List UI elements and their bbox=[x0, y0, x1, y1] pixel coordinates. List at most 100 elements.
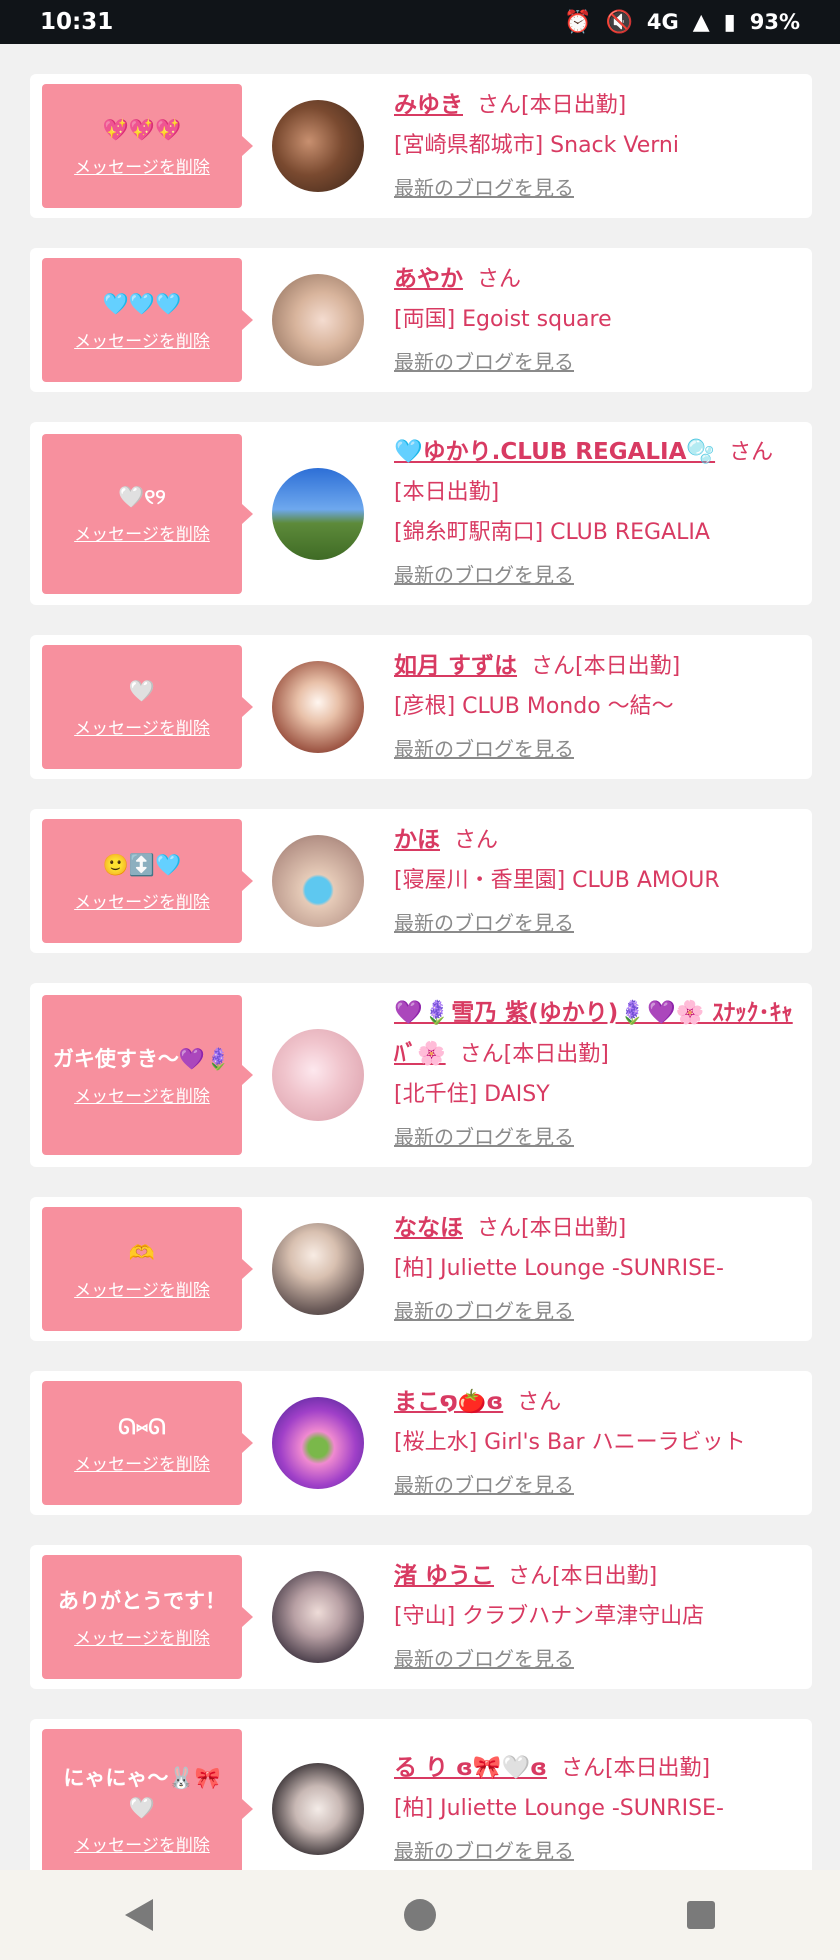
honorific-status: さん bbox=[477, 266, 522, 292]
favorite-list: 💖💖💖 メッセージを削除 みゆき さん[本日出勤] [宮崎県都城市] Snack … bbox=[30, 74, 812, 1929]
nav-home-icon[interactable] bbox=[403, 1899, 436, 1931]
status-time: 10:31 bbox=[40, 9, 114, 35]
status-icons: ⏰ 🔇 4G ▲ ▮ 93% bbox=[564, 10, 800, 35]
shop-name: [寝屋川・香里園] CLUB AMOUR bbox=[394, 867, 720, 893]
profile-name-link[interactable]: 渚 ゆうこ bbox=[394, 1563, 494, 1589]
delete-message-link[interactable]: メッセージを削除 bbox=[74, 520, 210, 545]
list-item: 🙂↕️🩵 メッセージを削除 かほ さん [寝屋川・香里園] CLUB AMOUR … bbox=[30, 809, 812, 953]
message-bubble: ᘏ⑅ᘏ メッセージを削除 bbox=[42, 1381, 253, 1505]
profile-name-link[interactable]: あやか bbox=[394, 266, 463, 292]
avatar[interactable] bbox=[272, 274, 364, 366]
message-text: にゃにゃ〜🐰🎀🤍 bbox=[63, 1765, 221, 1820]
avatar[interactable] bbox=[272, 1763, 364, 1855]
latest-blog-link[interactable]: 最新のブログを見る bbox=[394, 342, 798, 382]
profile-info: みゆき さん[本日出勤] [宮崎県都城市] Snack Verni 最新のブログを… bbox=[394, 85, 798, 208]
signal-icon: ▲ bbox=[692, 9, 710, 35]
avatar[interactable] bbox=[272, 467, 364, 560]
profile-name-link[interactable]: 如月 すずは bbox=[394, 653, 517, 679]
profile-info: 如月 すずは さん[本日出勤] [彦根] CLUB Mondo 〜結〜 最新のブロ… bbox=[394, 646, 798, 769]
latest-blog-link[interactable]: 最新のブログを見る bbox=[394, 1117, 798, 1157]
message-bubble: 💖💖💖 メッセージを削除 bbox=[42, 84, 253, 208]
list-item: 🤍୧୨ メッセージを削除 🩵ゆかり.CLUB REGALIA🫧 さん[本日出勤] … bbox=[30, 422, 812, 605]
profile-name-link[interactable]: かほ bbox=[394, 827, 440, 853]
latest-blog-link[interactable]: 最新のブログを見る bbox=[394, 1639, 798, 1679]
battery-icon: ▮ bbox=[723, 9, 736, 35]
honorific-status: さん[本日出勤] bbox=[477, 1215, 627, 1241]
delete-message-link[interactable]: メッセージを削除 bbox=[74, 1624, 210, 1649]
message-bubble: ガキ使すき〜💜🪻 メッセージを削除 bbox=[42, 995, 253, 1155]
avatar[interactable] bbox=[272, 1223, 364, 1315]
profile-name-link[interactable]: みゆき bbox=[394, 92, 463, 118]
honorific-status: さん[本日出勤] bbox=[459, 1042, 609, 1067]
delete-message-link[interactable]: メッセージを削除 bbox=[74, 714, 210, 739]
delete-message-link[interactable]: メッセージを削除 bbox=[74, 327, 210, 352]
profile-info: 渚 ゆうこ さん[本日出勤] [守山] クラブハナン草津守山店 最新のブログを見る bbox=[394, 1556, 798, 1679]
profile-name-link[interactable]: る り ɞ🎀🤍ɞ bbox=[394, 1755, 547, 1781]
delete-message-link[interactable]: メッセージを削除 bbox=[74, 153, 210, 178]
avatar[interactable] bbox=[272, 100, 364, 192]
profile-info: あやか さん [両国] Egoist square 最新のブログを見る bbox=[394, 259, 798, 382]
profile-info: 💜🪻雪乃 紫(ゆかり)🪻💜🌸 ｽﾅｯｸ･ｷｬﾊﾞ🌸 さん[本日出勤] [北千住] … bbox=[394, 993, 798, 1157]
battery-level: 93% bbox=[749, 10, 800, 34]
latest-blog-link[interactable]: 最新のブログを見る bbox=[394, 1831, 798, 1871]
message-text: ᘏ⑅ᘏ bbox=[118, 1414, 166, 1439]
list-item: ᘏ⑅ᘏ メッセージを削除 まこ໑🍅ɞ さん [桜上水] Girl's Bar ハニ… bbox=[30, 1371, 812, 1515]
message-text: 🙂↕️🩵 bbox=[102, 852, 182, 877]
profile-info: る り ɞ🎀🤍ɞ さん[本日出勤] [柏] Juliette Lounge -SU… bbox=[394, 1748, 798, 1871]
latest-blog-link[interactable]: 最新のブログを見る bbox=[394, 168, 798, 208]
list-item: 🫶 メッセージを削除 ななほ さん[本日出勤] [柏] Juliette Loun… bbox=[30, 1197, 812, 1341]
system-nav-bar bbox=[0, 1870, 840, 1960]
profile-info: ななほ さん[本日出勤] [柏] Juliette Lounge -SUNRISE… bbox=[394, 1208, 798, 1331]
delete-message-link[interactable]: メッセージを削除 bbox=[74, 1450, 210, 1475]
message-bubble: 🩵🩵🩵 メッセージを削除 bbox=[42, 258, 253, 382]
message-text: ガキ使すき〜💜🪻 bbox=[52, 1046, 232, 1071]
message-bubble: 🤍 メッセージを削除 bbox=[42, 645, 253, 769]
honorific-status: さん bbox=[454, 827, 499, 853]
honorific-status: さん[本日出勤] bbox=[560, 1755, 711, 1781]
avatar[interactable] bbox=[272, 1571, 364, 1663]
latest-blog-link[interactable]: 最新のブログを見る bbox=[394, 903, 798, 943]
network-label: 4G bbox=[646, 10, 679, 34]
profile-info: かほ さん [寝屋川・香里園] CLUB AMOUR 最新のブログを見る bbox=[394, 820, 798, 943]
avatar[interactable] bbox=[272, 835, 364, 927]
latest-blog-link[interactable]: 最新のブログを見る bbox=[394, 1465, 798, 1505]
nav-recent-icon[interactable] bbox=[686, 1901, 715, 1929]
shop-name: [柏] Juliette Lounge -SUNRISE- bbox=[394, 1255, 724, 1281]
latest-blog-link[interactable]: 最新のブログを見る bbox=[394, 1291, 798, 1331]
shop-name: [桜上水] Girl's Bar ハニーラビット bbox=[394, 1429, 746, 1455]
profile-info: まこ໑🍅ɞ さん [桜上水] Girl's Bar ハニーラビット 最新のブログを… bbox=[394, 1382, 798, 1505]
message-text: ありがとうです！ bbox=[58, 1588, 226, 1613]
message-bubble: にゃにゃ〜🐰🎀🤍 メッセージを削除 bbox=[42, 1729, 253, 1889]
list-item: 🩵🩵🩵 メッセージを削除 あやか さん [両国] Egoist square 最新… bbox=[30, 248, 812, 392]
message-text: 🤍୧୨ bbox=[118, 485, 166, 509]
mute-icon: 🔇 bbox=[605, 9, 633, 35]
alarm-icon: ⏰ bbox=[564, 9, 592, 35]
avatar[interactable] bbox=[272, 1029, 364, 1121]
honorific-status: さん bbox=[517, 1389, 562, 1415]
message-text: 🫶 bbox=[128, 1240, 156, 1265]
delete-message-link[interactable]: メッセージを削除 bbox=[74, 1082, 210, 1107]
shop-name: [柏] Juliette Lounge -SUNRISE- bbox=[394, 1795, 724, 1821]
delete-message-link[interactable]: メッセージを削除 bbox=[74, 888, 210, 913]
avatar[interactable] bbox=[272, 1397, 364, 1489]
profile-name-link[interactable]: まこ໑🍅ɞ bbox=[394, 1389, 503, 1415]
honorific-status: さん[本日出勤] bbox=[531, 653, 681, 679]
message-text: 🩵🩵🩵 bbox=[102, 291, 182, 316]
profile-name-link[interactable]: ななほ bbox=[394, 1215, 463, 1241]
delete-message-link[interactable]: メッセージを削除 bbox=[74, 1831, 210, 1856]
latest-blog-link[interactable]: 最新のブログを見る bbox=[394, 729, 798, 769]
list-item: 💖💖💖 メッセージを削除 みゆき さん[本日出勤] [宮崎県都城市] Snack … bbox=[30, 74, 812, 218]
latest-blog-link[interactable]: 最新のブログを見る bbox=[394, 555, 798, 595]
list-item: ありがとうです！ メッセージを削除 渚 ゆうこ さん[本日出勤] [守山] クラブ… bbox=[30, 1545, 812, 1689]
nav-back-icon[interactable] bbox=[125, 1899, 154, 1931]
shop-name: [彦根] CLUB Mondo 〜結〜 bbox=[394, 693, 674, 719]
honorific-status: さん[本日出勤] bbox=[477, 92, 627, 118]
delete-message-link[interactable]: メッセージを削除 bbox=[74, 1276, 210, 1301]
message-text: 🤍 bbox=[128, 678, 156, 703]
avatar[interactable] bbox=[272, 661, 364, 753]
message-bubble: 🤍୧୨ メッセージを削除 bbox=[42, 433, 253, 594]
profile-name-link[interactable]: 🩵ゆかり.CLUB REGALIA🫧 bbox=[394, 439, 715, 465]
list-item: ガキ使すき〜💜🪻 メッセージを削除 💜🪻雪乃 紫(ゆかり)🪻💜🌸 ｽﾅｯｸ･ｷｬ… bbox=[30, 983, 812, 1167]
message-bubble: 🙂↕️🩵 メッセージを削除 bbox=[42, 819, 253, 943]
shop-name: [錦糸町駅南口] CLUB REGALIA bbox=[394, 520, 710, 545]
